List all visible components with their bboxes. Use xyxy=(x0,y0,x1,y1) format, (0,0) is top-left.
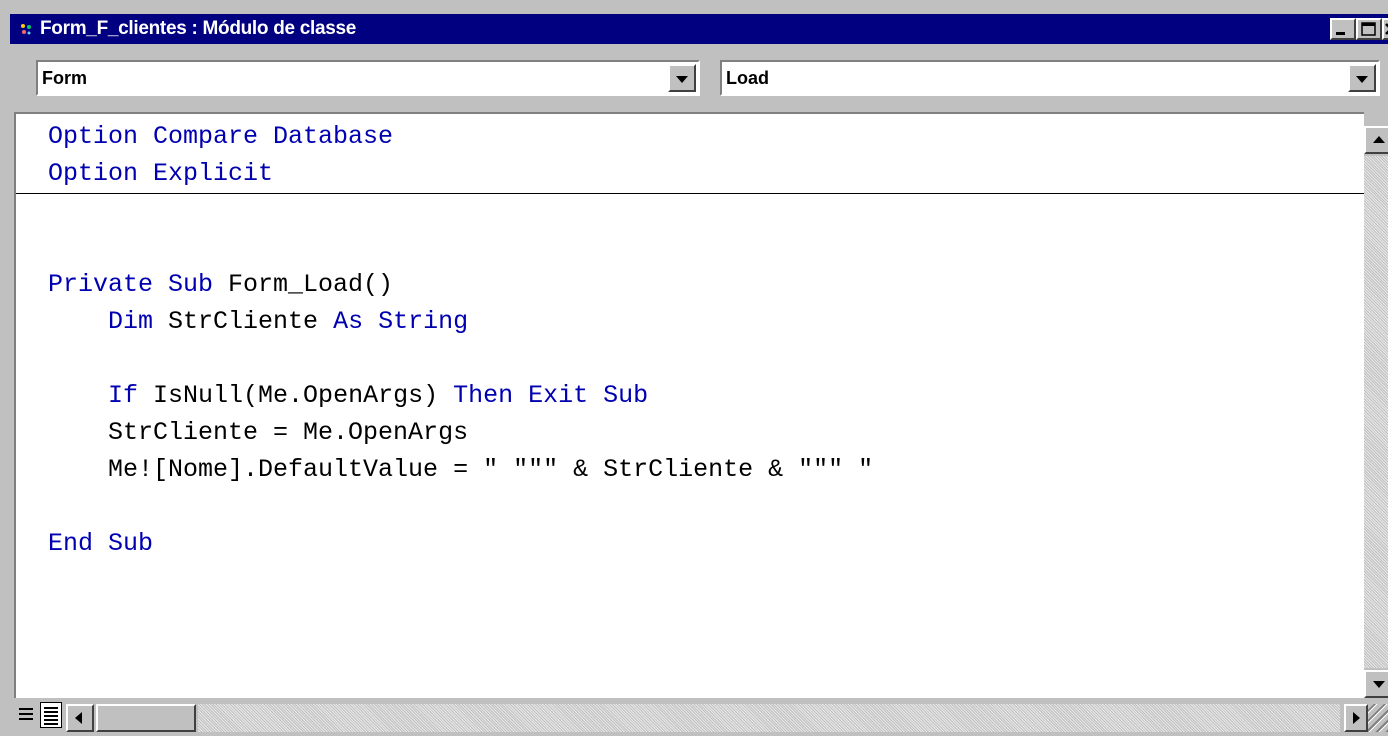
code-text[interactable]: Option Compare Database Option Explicit P… xyxy=(48,118,873,562)
declarations-separator xyxy=(16,193,1364,194)
code-token: StrCliente = Me.OpenArgs xyxy=(48,418,469,447)
minimize-icon xyxy=(1336,32,1345,35)
close-button[interactable] xyxy=(1382,18,1388,40)
code-token: IsNull(Me.OpenArgs) xyxy=(138,381,454,410)
code-token: StrCliente xyxy=(153,307,334,336)
close-icon xyxy=(1385,23,1388,35)
code-keyword: Private Sub xyxy=(48,270,214,299)
dropdown-arrow-icon xyxy=(676,76,688,83)
code-line[interactable] xyxy=(48,488,873,525)
scroll-right-icon xyxy=(1353,712,1360,724)
maximize-icon xyxy=(1361,22,1376,36)
procedure-view-button[interactable] xyxy=(16,702,38,728)
code-keyword: Dim xyxy=(108,307,154,336)
code-editor[interactable]: Option Compare Database Option Explicit P… xyxy=(14,112,1364,698)
code-window: Form_F_clientes : Módulo de classe Form … xyxy=(0,0,1388,736)
code-line[interactable] xyxy=(48,229,873,266)
scroll-up-icon xyxy=(1373,136,1385,143)
code-keyword: If xyxy=(108,381,139,410)
code-token: Form_Load() xyxy=(213,270,394,299)
resize-grip[interactable] xyxy=(1368,704,1388,732)
object-dropdown-button[interactable] xyxy=(668,64,696,92)
scroll-left-button[interactable] xyxy=(66,704,94,732)
scroll-down-button[interactable] xyxy=(1364,670,1388,698)
code-line[interactable]: End Sub xyxy=(48,525,873,562)
scroll-left-icon xyxy=(75,712,82,724)
dropdown-arrow-icon xyxy=(1356,76,1368,83)
code-line[interactable]: Private Sub Form_Load() xyxy=(48,266,873,303)
scroll-down-icon xyxy=(1373,681,1385,688)
code-keyword: As String xyxy=(333,307,469,336)
code-keyword: Option Explicit xyxy=(48,159,274,188)
code-line[interactable]: StrCliente = Me.OpenArgs xyxy=(48,414,873,451)
procedure-combobox[interactable]: Load xyxy=(720,60,1380,96)
object-combobox[interactable]: Form xyxy=(36,60,700,96)
scroll-up-button[interactable] xyxy=(1364,126,1388,154)
code-line[interactable]: Dim StrCliente As String xyxy=(48,303,873,340)
horizontal-scroll-thumb[interactable] xyxy=(96,704,196,732)
vertical-scroll-track[interactable] xyxy=(1364,156,1388,668)
minimize-button[interactable] xyxy=(1330,18,1356,40)
object-combobox-value: Form xyxy=(42,68,87,88)
window-title: Form_F_clientes : Módulo de classe xyxy=(40,18,357,39)
procedure-combobox-value: Load xyxy=(726,68,769,88)
full-module-view-button[interactable] xyxy=(40,702,62,728)
code-line[interactable]: Option Compare Database xyxy=(48,118,873,155)
code-token: Me![Nome].DefaultValue = " """ & StrClie… xyxy=(48,455,874,484)
code-keyword: Then Exit Sub xyxy=(453,381,649,410)
procedure-dropdown-button[interactable] xyxy=(1348,64,1376,92)
code-line[interactable]: If IsNull(Me.OpenArgs) Then Exit Sub xyxy=(48,377,873,414)
vertical-scrollbar[interactable] xyxy=(1364,112,1388,698)
code-keyword: End Sub xyxy=(48,529,154,558)
code-line[interactable]: Option Explicit xyxy=(48,155,873,192)
bottom-bar xyxy=(14,698,1388,736)
title-bar[interactable]: Form_F_clientes : Módulo de classe xyxy=(10,14,1388,44)
horizontal-scroll-track[interactable] xyxy=(198,704,1340,732)
code-line[interactable] xyxy=(48,192,873,229)
code-line[interactable] xyxy=(48,340,873,377)
code-line[interactable]: Me![Nome].DefaultValue = " """ & StrClie… xyxy=(48,451,873,488)
code-keyword: Option Compare Database xyxy=(48,122,394,151)
maximize-button[interactable] xyxy=(1356,18,1382,40)
scroll-right-button[interactable] xyxy=(1344,704,1368,732)
module-icon xyxy=(21,24,31,35)
